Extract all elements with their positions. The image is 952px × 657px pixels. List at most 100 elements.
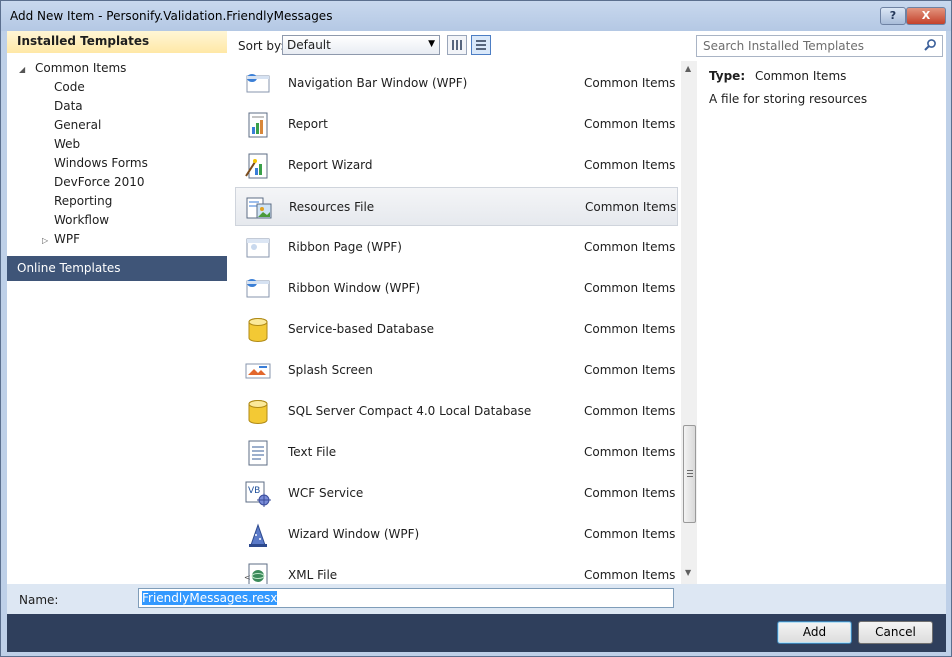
tree-item-data[interactable]: Data	[54, 97, 83, 116]
template-type: Type: Common Items	[709, 69, 846, 83]
search-icon[interactable]	[923, 38, 937, 52]
template-item-ribbon-page-wpf[interactable]: Ribbon Page (WPF) Common Items	[235, 228, 678, 267]
template-name: Navigation Bar Window (WPF)	[288, 76, 468, 90]
template-name: Splash Screen	[288, 363, 373, 377]
template-name: XML File	[288, 568, 338, 582]
templates-list: Navigation Bar Window (WPF) Common Items R…	[229, 64, 681, 584]
search-placeholder: Search Installed Templates	[703, 39, 864, 53]
template-name: SQL Server Compact 4.0 Local Database	[288, 404, 532, 418]
scrollbar-thumb[interactable]	[683, 425, 696, 523]
report-icon	[248, 112, 268, 138]
add-button[interactable]: Add	[777, 621, 852, 644]
type-value: Common Items	[754, 69, 847, 83]
tree-item-windows-forms[interactable]: Windows Forms	[54, 154, 148, 173]
template-name: Report	[288, 117, 328, 131]
search-input[interactable]: Search Installed Templates	[696, 35, 943, 57]
title-bar: Add New Item - Personify.Validation.Frie…	[1, 1, 951, 31]
svg-text:VB: VB	[248, 486, 260, 496]
template-category: Common Items	[585, 200, 677, 214]
template-item-resources-file[interactable]: Resources File Common Items	[235, 187, 678, 226]
tree-item-label: General	[54, 118, 102, 132]
template-name: WCF Service	[288, 486, 364, 500]
scroll-up-icon[interactable]: ▲	[685, 64, 691, 73]
online-templates-header[interactable]: Online Templates	[7, 256, 227, 281]
template-name: Resources File	[289, 200, 375, 214]
template-item-xml-file[interactable]: < XML File Common Items	[235, 556, 678, 584]
template-item-wizard-window-wpf[interactable]: Wizard Window (WPF) Common Items	[235, 515, 678, 554]
wcf-service-icon: VB	[245, 481, 271, 507]
template-details-panel: Search Installed Templates Type: Common …	[696, 31, 946, 584]
template-item-wcf-service[interactable]: VB WCF Service Common Items	[235, 474, 678, 513]
template-name: Text File	[288, 445, 337, 459]
tree-item-code[interactable]: Code	[54, 78, 85, 97]
template-item-ribbon-window-wpf[interactable]: Ribbon Window (WPF) Common Items	[235, 269, 678, 308]
list-view-button[interactable]	[471, 35, 491, 55]
name-input-value: FriendlyMessages.resx	[142, 591, 278, 605]
tree-item-reporting[interactable]: Reporting	[54, 192, 112, 211]
template-name: Report Wizard	[288, 158, 373, 172]
chevron-down-icon: ▼	[428, 39, 435, 49]
template-name: Ribbon Page (WPF)	[288, 240, 402, 254]
name-label: Name:	[19, 593, 59, 607]
tree-item-wpf[interactable]: ▷ WPF	[42, 230, 81, 249]
template-item-text-file[interactable]: Text File Common Items	[235, 433, 678, 472]
template-category: Common Items	[584, 158, 676, 172]
button-bar: Add Cancel	[7, 614, 946, 652]
template-name: Wizard Window (WPF)	[288, 527, 420, 541]
template-item-report[interactable]: Report Common Items	[235, 105, 678, 144]
help-button[interactable]: ?	[880, 7, 906, 25]
template-category: Common Items	[584, 527, 676, 541]
sort-dropdown-value: Default	[287, 38, 331, 52]
tree-item-workflow[interactable]: Workflow	[54, 211, 109, 230]
template-item-report-wizard[interactable]: Report Wizard Common Items	[235, 146, 678, 185]
collapsed-arrow-icon[interactable]: ▷	[42, 231, 48, 250]
tree-item-common-items[interactable]: ◢ Common Items	[19, 59, 127, 78]
template-category: Common Items	[584, 568, 676, 582]
wizard-window-icon	[249, 523, 267, 547]
template-category: Common Items	[584, 486, 676, 500]
tree-item-web[interactable]: Web	[54, 135, 80, 154]
tree-item-label: DevForce 2010	[54, 175, 145, 189]
installed-templates-header[interactable]: Installed Templates	[7, 31, 227, 53]
close-button[interactable]: X	[906, 7, 946, 25]
scroll-down-icon[interactable]: ▼	[685, 568, 691, 577]
resources-file-icon	[246, 197, 272, 219]
type-label: Type:	[709, 69, 746, 83]
xml-file-icon: <	[244, 563, 268, 584]
tree-item-general[interactable]: General	[54, 116, 101, 135]
template-name: Ribbon Window (WPF)	[288, 281, 421, 295]
template-item-navigation-bar-window-wpf[interactable]: Navigation Bar Window (WPF) Common Items	[235, 64, 678, 103]
template-name: Service-based Database	[288, 322, 434, 336]
name-input[interactable]: FriendlyMessages.resx	[138, 588, 674, 608]
template-category: Common Items	[584, 363, 676, 377]
templates-scrollbar[interactable]: ▲ ▼	[681, 61, 697, 584]
sort-toolbar: Sort by: Default ▼	[229, 31, 695, 61]
tree-item-label: Web	[54, 137, 81, 151]
database-icon	[248, 400, 268, 424]
ribbon-window-icon	[246, 279, 270, 298]
tree-item-label: Code	[54, 80, 85, 94]
tree-item-devforce-2010[interactable]: DevForce 2010	[54, 173, 145, 192]
list-view-icon	[476, 40, 486, 50]
report-wizard-icon	[245, 153, 268, 179]
cancel-button[interactable]: Cancel	[858, 621, 933, 644]
tree-item-label: WPF	[54, 232, 81, 246]
tree-item-label: Common Items	[35, 61, 127, 75]
small-icons-view-button[interactable]	[447, 35, 467, 55]
template-item-service-based-database[interactable]: Service-based Database Common Items	[235, 310, 678, 349]
database-icon	[248, 318, 268, 342]
grip-icon	[687, 470, 693, 478]
add-new-item-dialog: Add New Item - Personify.Validation.Frie…	[0, 0, 952, 657]
expanded-arrow-icon[interactable]: ◢	[19, 60, 25, 79]
wpf-window-icon	[246, 74, 270, 93]
template-item-splash-screen[interactable]: Splash Screen Common Items	[235, 351, 678, 390]
tree-item-label: Data	[54, 99, 83, 113]
templates-list-panel: Sort by: Default ▼ Navigation Bar Window…	[229, 31, 697, 584]
splash-screen-icon	[245, 363, 271, 379]
template-category: Common Items	[584, 281, 676, 295]
tree-item-label: Windows Forms	[54, 156, 148, 170]
sort-dropdown[interactable]: Default ▼	[282, 35, 440, 55]
template-category: Common Items	[584, 76, 676, 90]
template-category: Common Items	[584, 240, 676, 254]
template-item-sql-server-compact-4-0-local-database[interactable]: SQL Server Compact 4.0 Local Database Com…	[235, 392, 678, 431]
